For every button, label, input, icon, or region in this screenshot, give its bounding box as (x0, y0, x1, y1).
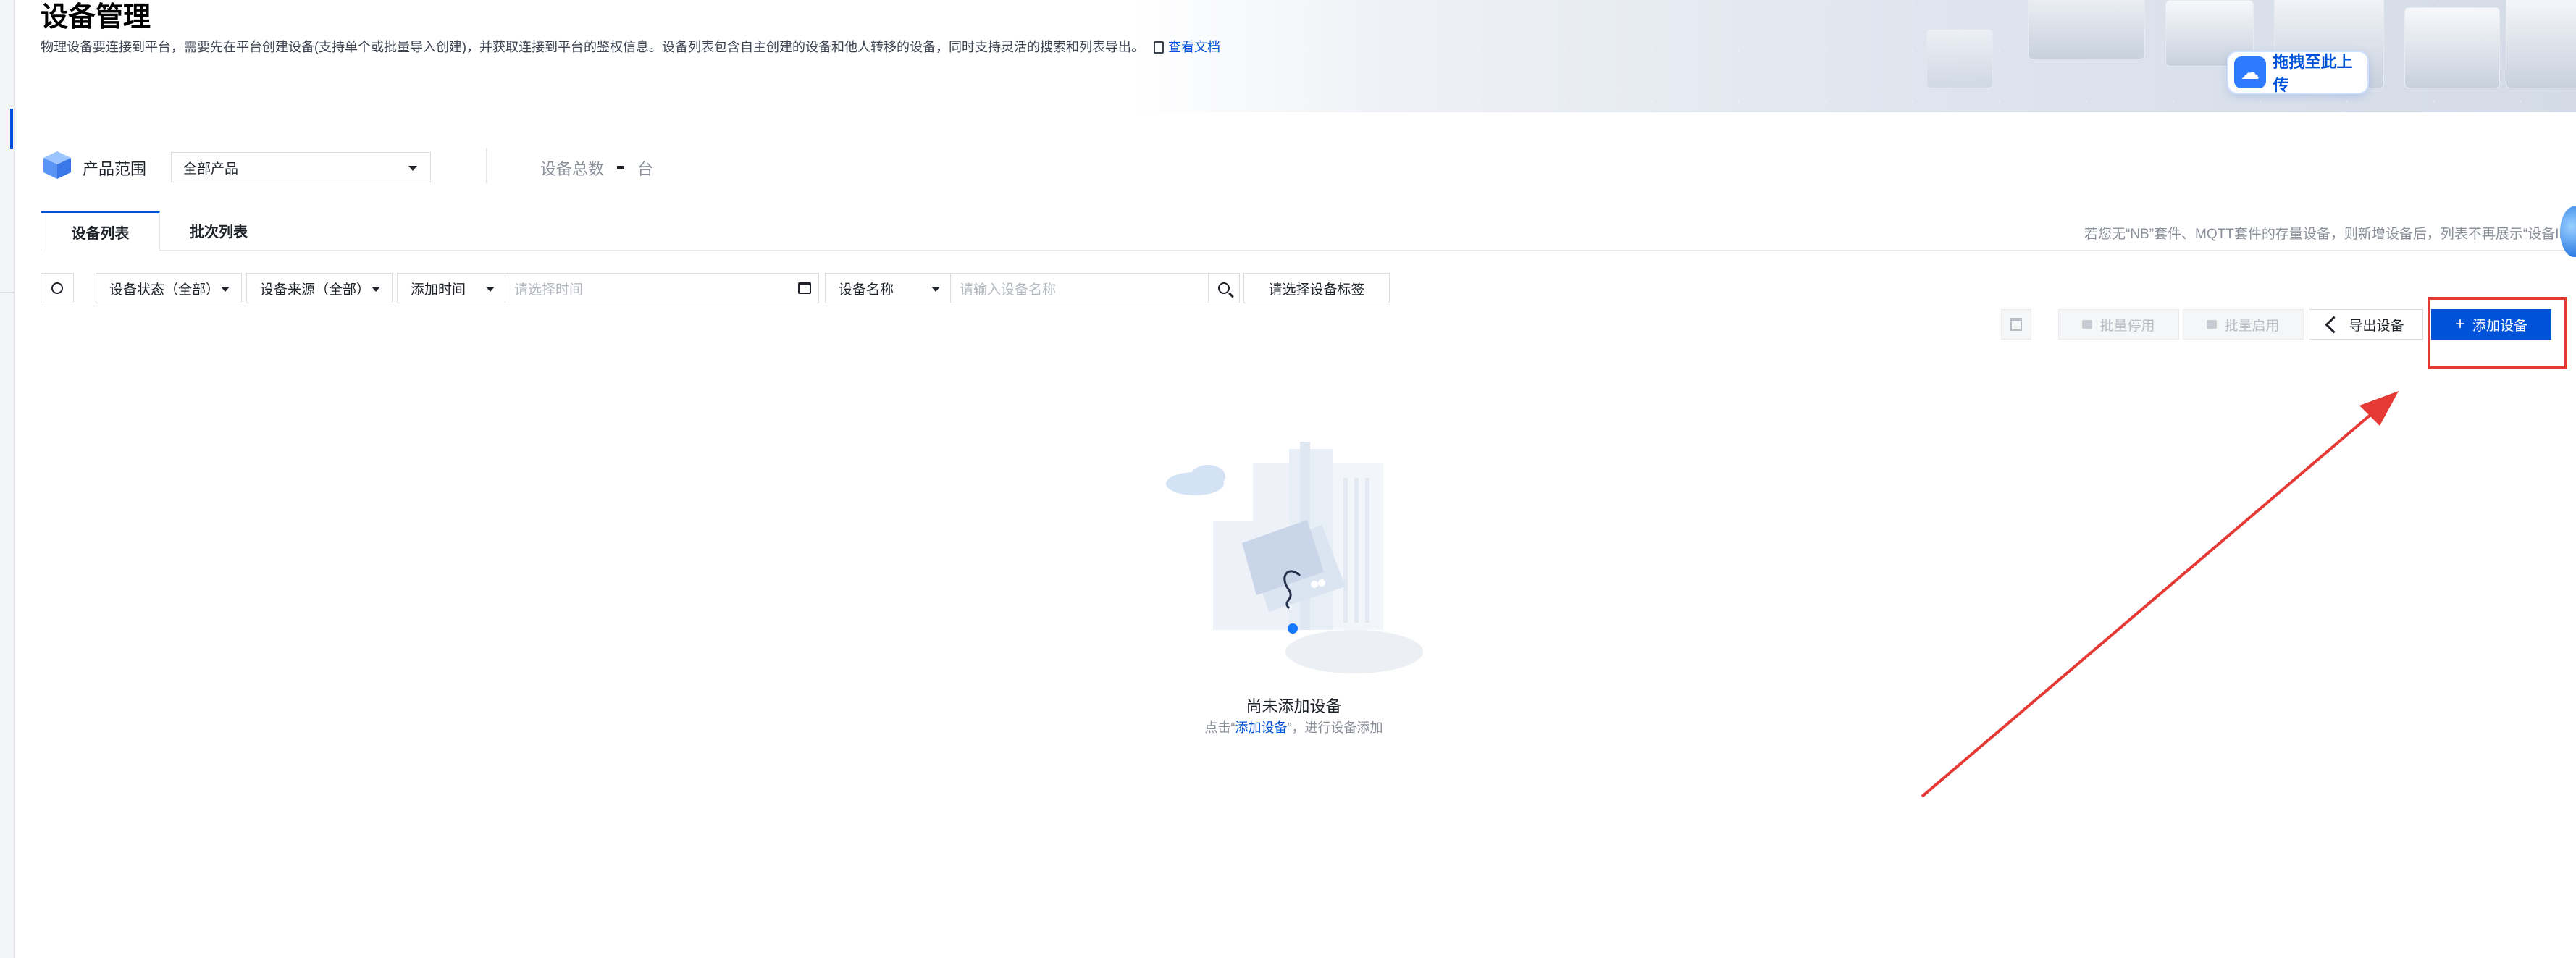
search-placeholder: 请输入设备名称 (960, 282, 1057, 298)
annotation-arrow (1921, 391, 2399, 798)
empty-state-illustration (1166, 442, 1423, 673)
status-filter[interactable]: 设备状态（全部） (96, 273, 242, 303)
search-field-select[interactable]: 设备名称 (825, 273, 951, 303)
page-description: 物理设备要连接到平台，需要先在平台创建设备(支持单个或批量导入创建)，并获取连接… (41, 38, 1220, 56)
batch-enable-button[interactable]: 批量启用 (2183, 309, 2304, 340)
chevron-down-icon (408, 166, 417, 171)
add-device-link[interactable]: 添加设备 (1235, 720, 1288, 735)
device-total-value (617, 166, 624, 169)
trash-icon (2010, 318, 2022, 331)
product-select-value: 全部产品 (183, 161, 239, 177)
product-range-label: 产品范围 (83, 160, 147, 178)
tag-filter-button[interactable]: 请选择设备标签 (1243, 273, 1390, 303)
batch-disable-button[interactable]: 批量停用 (2058, 309, 2179, 340)
batch-enable-label: 批量启用 (2224, 318, 2280, 334)
search-button[interactable] (1208, 274, 1239, 303)
empty-state-hint: 点击“添加设备”，进行设备添加 (1159, 718, 1429, 736)
tab-device-list[interactable]: 设备列表 (41, 211, 160, 251)
date-range-placeholder: 请选择时间 (514, 282, 584, 298)
annotation-highlight-box (2428, 297, 2567, 369)
delete-button[interactable] (2001, 309, 2031, 340)
refresh-icon (51, 282, 63, 294)
source-filter-label: 设备来源（全部） (260, 282, 371, 298)
product-select[interactable]: 全部产品 (171, 152, 431, 182)
view-docs-label: 查看文档 (1168, 40, 1220, 54)
lock-icon (2082, 320, 2093, 329)
notice-text: 若您无“NB”套件、MQTT套件的存量设备，则新增设备后，列表不再展示“设备ID… (2084, 227, 2574, 242)
source-filter[interactable]: 设备来源（全部） (246, 273, 393, 303)
sidebar-divider (0, 292, 14, 293)
product-cube-icon (43, 151, 71, 179)
description-text: 物理设备要连接到平台，需要先在平台创建设备(支持单个或批量导入创建)，并获取连接… (41, 40, 1144, 54)
divider (486, 148, 487, 183)
search-field-label: 设备名称 (839, 282, 894, 298)
status-filter-label: 设备状态（全部） (109, 282, 220, 298)
batch-disable-label: 批量停用 (2099, 318, 2155, 334)
time-field-label: 添加时间 (411, 282, 466, 298)
chevron-down-icon (931, 287, 940, 292)
device-name-search-input[interactable]: 请输入设备名称 (950, 273, 1240, 303)
time-field-select[interactable]: 添加时间 (397, 273, 505, 303)
search-icon (1218, 282, 1230, 294)
unlock-icon (2207, 320, 2218, 329)
cloud-upload-icon: ☁ (2234, 56, 2266, 88)
empty-state-title: 尚未添加设备 (1246, 697, 1342, 715)
export-label: 导出设备 (2349, 318, 2404, 334)
upload-label: 拖拽至此上传 (2273, 53, 2353, 94)
calendar-icon (798, 282, 811, 294)
device-total-label: 设备总数 (540, 160, 605, 178)
date-range-input[interactable]: 请选择时间 (505, 273, 819, 303)
document-icon (1154, 41, 1164, 54)
chevron-down-icon (372, 287, 380, 292)
device-total-unit: 台 (637, 160, 654, 178)
tabs-baseline (41, 250, 2576, 251)
chevron-down-icon (486, 287, 495, 292)
export-button[interactable]: 导出设备 (2309, 309, 2423, 340)
page-title: 设备管理 (41, 2, 151, 33)
tab-batch-list[interactable]: 批次列表 (161, 211, 277, 251)
export-icon (2325, 315, 2344, 334)
sidebar-active-marker (10, 109, 13, 149)
hint-prefix: 点击“ (1204, 720, 1235, 735)
upload-drop-button[interactable]: ☁ 拖拽至此上传 (2227, 51, 2369, 94)
chevron-down-icon (221, 287, 230, 292)
view-docs-link[interactable]: 查看文档 (1154, 40, 1220, 54)
refresh-button[interactable] (41, 273, 74, 303)
hint-suffix: ”，进行设备添加 (1287, 720, 1383, 735)
